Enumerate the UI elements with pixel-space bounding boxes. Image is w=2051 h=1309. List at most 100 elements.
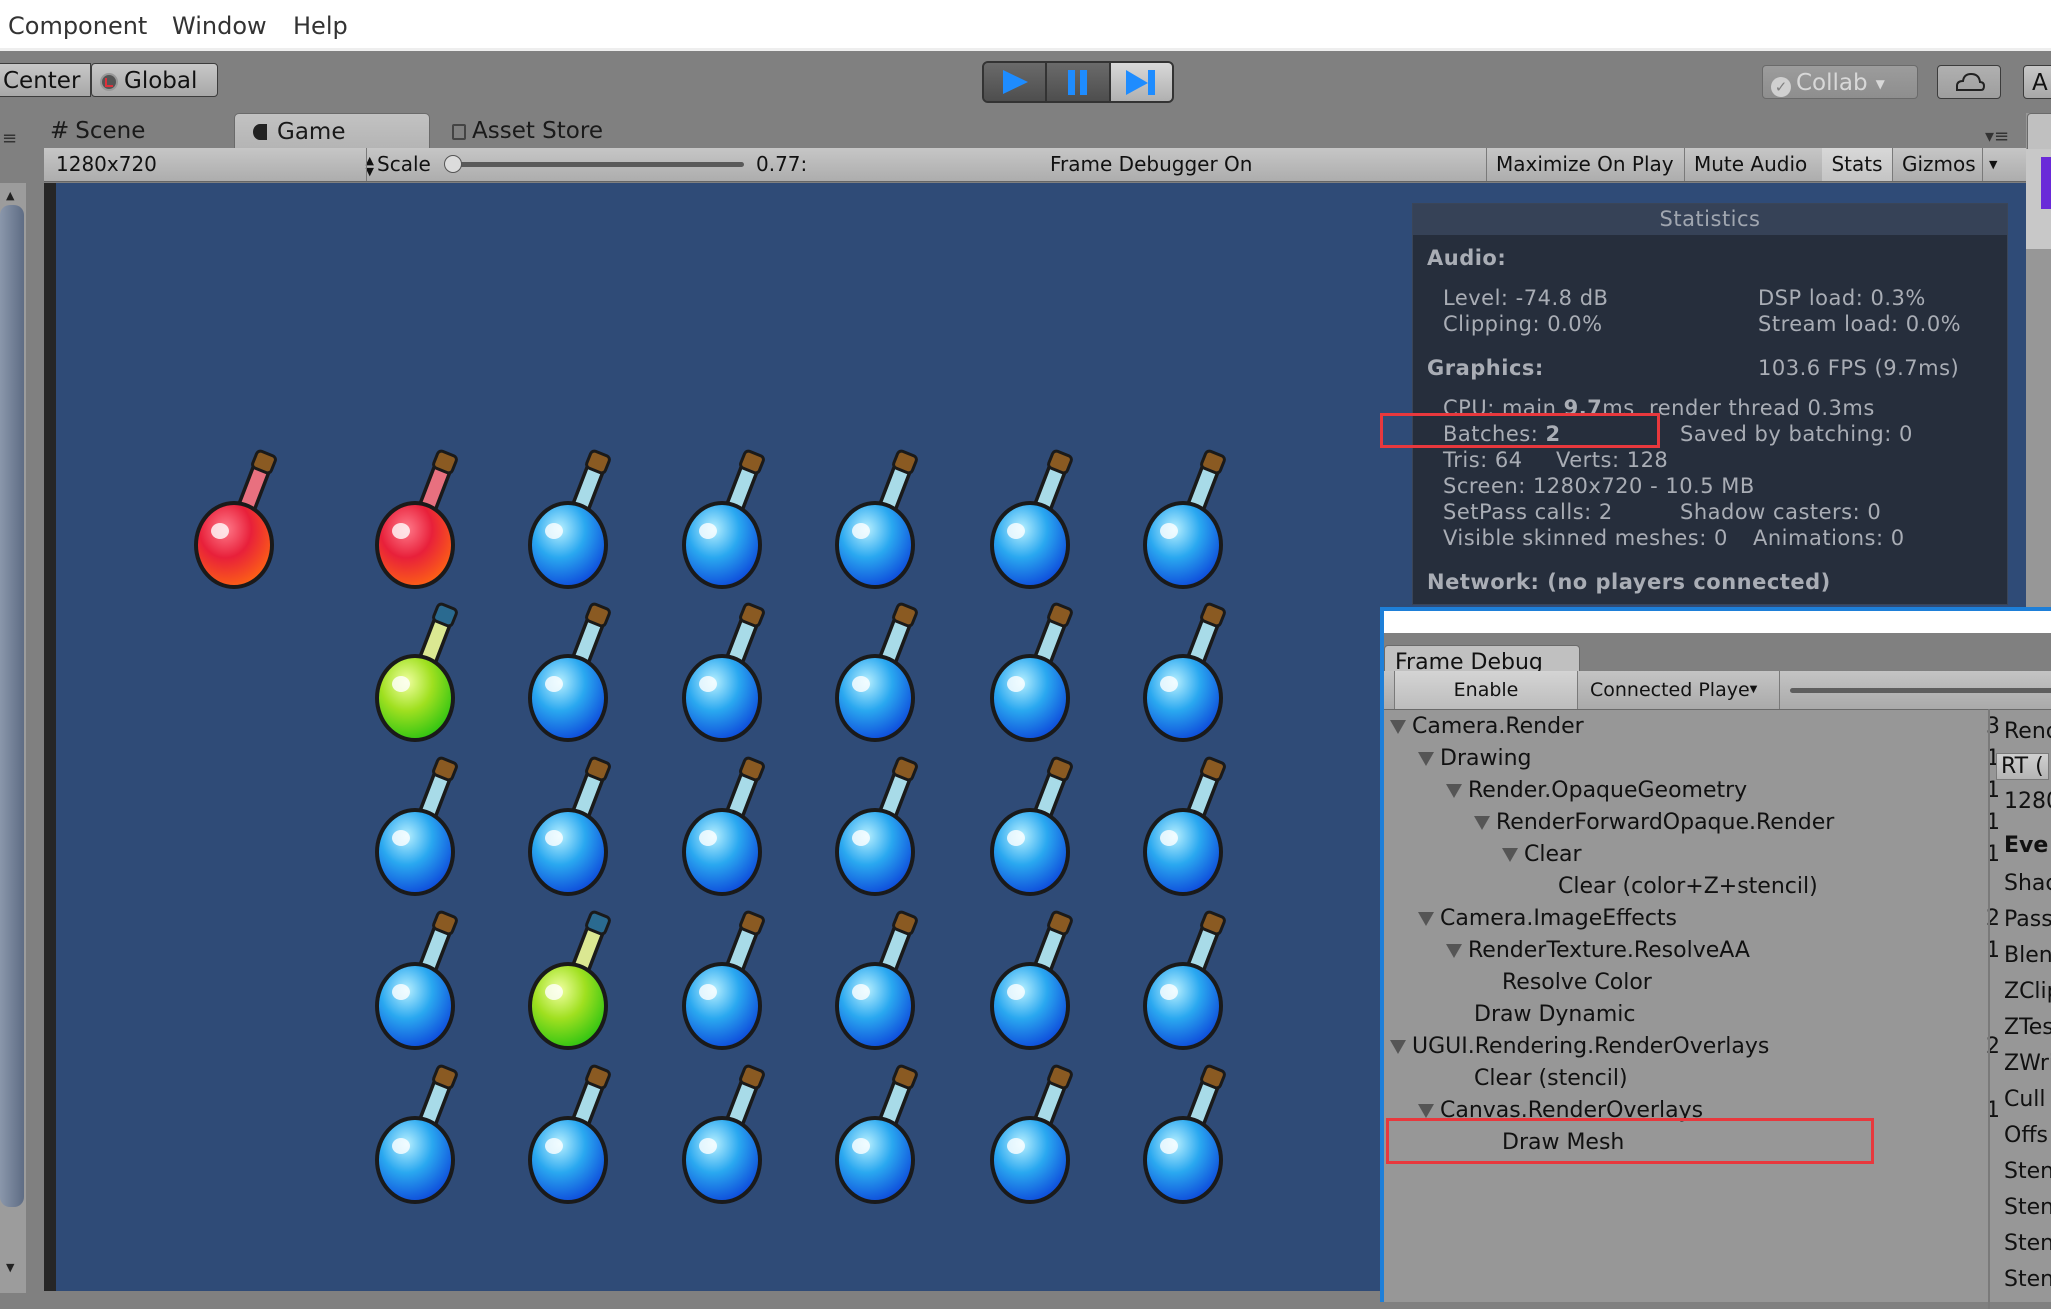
gizmos-dropdown-icon[interactable]: ▼ bbox=[1982, 148, 1997, 181]
audio-clipping: Clipping: 0.0% bbox=[1443, 312, 1603, 336]
rt-dropdown[interactable]: RT ( bbox=[1996, 753, 2049, 780]
maximize-on-play-button[interactable]: Maximize On Play bbox=[1496, 148, 1674, 181]
potion-bottle-blue[interactable] bbox=[825, 1060, 935, 1210]
potion-icon bbox=[1143, 756, 1226, 896]
target-dropdown[interactable]: Connected Playe▼ bbox=[1580, 671, 1780, 709]
setpass-calls: SetPass calls: 2 bbox=[1443, 500, 1613, 524]
account-button[interactable]: A bbox=[2023, 65, 2051, 99]
tree-item[interactable]: RenderForwardOpaque.Render 1 bbox=[1390, 807, 2000, 839]
potion-bottle-red[interactable] bbox=[365, 445, 475, 595]
enable-button[interactable]: Enable bbox=[1394, 671, 1578, 709]
dock-options-icon[interactable]: ▾≡ bbox=[1985, 126, 2009, 147]
tree-item[interactable]: Render.OpaqueGeometry 1 bbox=[1390, 775, 2000, 807]
tree-item[interactable]: Draw Dynamic bbox=[1390, 999, 2000, 1031]
tree-item[interactable]: Clear 1 bbox=[1390, 839, 2000, 871]
stats-button[interactable]: Stats bbox=[1822, 148, 1892, 181]
potion-icon bbox=[1143, 449, 1226, 589]
scrollbar-thumb[interactable] bbox=[0, 205, 24, 1207]
expand-triangle-icon[interactable] bbox=[1446, 784, 1462, 798]
tab-game[interactable]: Game bbox=[234, 113, 430, 149]
potion-bottle-blue[interactable] bbox=[1133, 752, 1243, 902]
tree-item[interactable]: Camera.Render 3 bbox=[1390, 711, 2000, 743]
play-button[interactable] bbox=[984, 63, 1048, 101]
menu-bar: Component Window Help bbox=[0, 0, 2051, 51]
expand-triangle-icon[interactable] bbox=[1390, 720, 1406, 734]
tree-item[interactable]: RenderTexture.ResolveAA 1 bbox=[1390, 935, 2000, 967]
right-dock-tab[interactable] bbox=[2027, 113, 2051, 151]
potion-bottle-blue[interactable] bbox=[518, 445, 628, 595]
potion-bottle-blue[interactable] bbox=[825, 598, 935, 748]
collab-button[interactable]: ✓ Collab ▼ bbox=[1762, 65, 1918, 99]
scale-slider-handle[interactable] bbox=[444, 155, 462, 173]
tab-asset-store[interactable]: Asset Store bbox=[452, 113, 603, 149]
potion-bottle-blue[interactable] bbox=[672, 752, 782, 902]
potion-bottle-blue[interactable] bbox=[518, 598, 628, 748]
potion-icon bbox=[990, 910, 1073, 1050]
potion-bottle-blue[interactable] bbox=[518, 752, 628, 902]
potion-bottle-blue[interactable] bbox=[1133, 906, 1243, 1056]
window-titlebar[interactable] bbox=[1384, 611, 2051, 633]
potion-bottle-red[interactable] bbox=[184, 445, 294, 595]
menu-component[interactable]: Component bbox=[8, 12, 147, 40]
expand-triangle-icon[interactable] bbox=[1418, 1104, 1434, 1118]
potion-bottle-blue[interactable] bbox=[672, 906, 782, 1056]
potion-bottle-blue[interactable] bbox=[672, 445, 782, 595]
gizmos-button[interactable]: Gizmos bbox=[1902, 148, 1976, 181]
potion-bottle-blue[interactable] bbox=[980, 1060, 1090, 1210]
scale-slider[interactable] bbox=[444, 155, 744, 173]
event-slider[interactable] bbox=[1790, 688, 2051, 693]
potion-bottle-blue[interactable] bbox=[365, 752, 475, 902]
expand-triangle-icon[interactable] bbox=[1418, 912, 1434, 926]
potion-bottle-blue[interactable] bbox=[980, 445, 1090, 595]
potion-icon bbox=[528, 756, 611, 896]
potion-bottle-green[interactable] bbox=[518, 906, 628, 1056]
tree-item[interactable]: UGUI.Rendering.RenderOverlays 2 bbox=[1390, 1031, 2000, 1063]
potion-bottle-blue[interactable] bbox=[518, 1060, 628, 1210]
menu-window[interactable]: Window bbox=[172, 12, 267, 40]
tree-item-label: Drawing bbox=[1440, 746, 1532, 771]
pivot-mode-button[interactable]: Center bbox=[0, 63, 91, 97]
tab-scene[interactable]: # Scene bbox=[50, 113, 145, 149]
potion-bottle-blue[interactable] bbox=[980, 906, 1090, 1056]
resolution-dropdown[interactable]: 1280x720 ▲ ▼ bbox=[56, 148, 374, 181]
potion-bottle-blue[interactable] bbox=[825, 752, 935, 902]
expand-triangle-icon[interactable] bbox=[1418, 752, 1434, 766]
pause-button[interactable] bbox=[1047, 63, 1111, 101]
potion-bottle-blue[interactable] bbox=[365, 1060, 475, 1210]
expand-triangle-icon[interactable] bbox=[1502, 848, 1518, 862]
enable-label: Enable bbox=[1453, 679, 1519, 701]
potion-bottle-blue[interactable] bbox=[672, 598, 782, 748]
potion-bottle-blue[interactable] bbox=[365, 906, 475, 1056]
tree-item[interactable]: Camera.ImageEffects 2 bbox=[1390, 903, 2000, 935]
potion-bottle-blue[interactable] bbox=[1133, 445, 1243, 595]
tree-item-label: Resolve Color bbox=[1502, 970, 1652, 995]
expand-triangle-icon[interactable] bbox=[1446, 944, 1462, 958]
tree-item-label: Clear (color+Z+stencil) bbox=[1558, 874, 1818, 899]
target-label: Connected Playe bbox=[1590, 679, 1750, 701]
vertical-scrollbar[interactable]: ▲ ▼ bbox=[0, 183, 26, 1293]
potion-bottle-green[interactable] bbox=[365, 598, 475, 748]
scroll-down-icon[interactable]: ▼ bbox=[6, 1261, 14, 1274]
potion-icon bbox=[835, 910, 918, 1050]
detail-line: Eve bbox=[2004, 833, 2049, 858]
potion-bottle-blue[interactable] bbox=[980, 752, 1090, 902]
expand-triangle-icon[interactable] bbox=[1390, 1040, 1406, 1054]
potion-bottle-blue[interactable] bbox=[1133, 598, 1243, 748]
expand-triangle-icon[interactable] bbox=[1474, 816, 1490, 830]
potion-bottle-blue[interactable] bbox=[825, 445, 935, 595]
cloud-button[interactable] bbox=[1937, 65, 2001, 99]
potion-bottle-blue[interactable] bbox=[825, 906, 935, 1056]
tree-item[interactable]: Clear (color+Z+stencil) bbox=[1390, 871, 2000, 903]
mute-audio-button[interactable]: Mute Audio bbox=[1694, 148, 1807, 181]
pivot-rotation-button[interactable]: Global bbox=[91, 63, 218, 97]
tree-item[interactable]: Clear (stencil) bbox=[1390, 1063, 2000, 1095]
dock-menu-icon[interactable]: ≡ bbox=[2, 128, 17, 149]
tree-item[interactable]: Resolve Color bbox=[1390, 967, 2000, 999]
potion-bottle-blue[interactable] bbox=[1133, 1060, 1243, 1210]
menu-help[interactable]: Help bbox=[293, 12, 348, 40]
scroll-up-icon[interactable]: ▲ bbox=[6, 189, 14, 202]
tree-item[interactable]: Drawing 1 bbox=[1390, 743, 2000, 775]
potion-bottle-blue[interactable] bbox=[980, 598, 1090, 748]
step-button[interactable] bbox=[1110, 63, 1172, 101]
potion-bottle-blue[interactable] bbox=[672, 1060, 782, 1210]
